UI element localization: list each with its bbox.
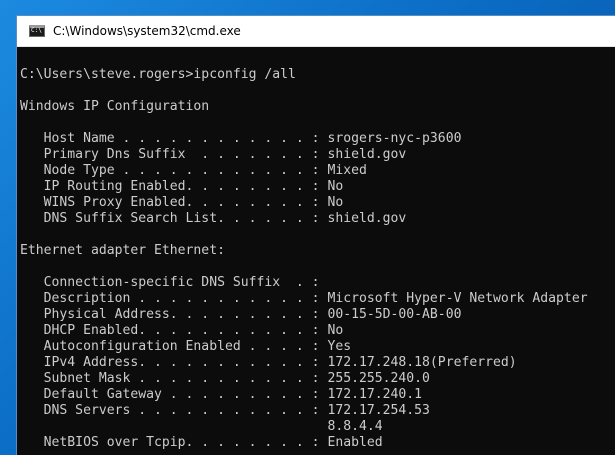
cmd-icon-glyph: C:\ — [31, 27, 42, 34]
console-line: Description . . . . . . . . . . . : Micr… — [20, 291, 588, 306]
console-line: Connection-specific DNS Suffix . : — [20, 275, 320, 290]
console-line: Windows IP Configuration — [20, 99, 210, 114]
cmd-icon[interactable]: C:\ — [29, 25, 45, 37]
console-line: C:\Users\steve.rogers>ipconfig /all — [20, 67, 296, 82]
console-line: IP Routing Enabled. . . . . . . . : No — [20, 179, 344, 194]
console-line: Ethernet adapter Ethernet: — [20, 243, 225, 258]
console-line: Default Gateway . . . . . . . . . : 172.… — [20, 387, 423, 402]
console-line: Autoconfiguration Enabled . . . . : Yes — [20, 339, 352, 354]
console-line: DHCP Enabled. . . . . . . . . . . : No — [20, 323, 344, 338]
desktop-background: C:\ C:\Windows\system32\cmd.exe C:\Users… — [0, 0, 615, 455]
window-title: C:\Windows\system32\cmd.exe — [53, 24, 241, 38]
console-line: Physical Address. . . . . . . . . : 00-1… — [20, 307, 462, 322]
console-line: Primary Dns Suffix . . . . . . . : shiel… — [20, 147, 407, 162]
console-line: NetBIOS over Tcpip. . . . . . . . : Enab… — [20, 435, 383, 450]
console-line: Subnet Mask . . . . . . . . . . . : 255.… — [20, 371, 430, 386]
console-line: Node Type . . . . . . . . . . . . : Mixe… — [20, 163, 367, 178]
console-line: WINS Proxy Enabled. . . . . . . . : No — [20, 195, 344, 210]
console-line: IPv4 Address. . . . . . . . . . . : 172.… — [20, 355, 517, 370]
console-line: 8.8.4.4 — [20, 419, 383, 434]
cmd-window[interactable]: C:\ C:\Windows\system32\cmd.exe C:\Users… — [17, 16, 615, 455]
title-bar[interactable]: C:\ C:\Windows\system32\cmd.exe — [17, 16, 615, 47]
console-output[interactable]: C:\Users\steve.rogers>ipconfig /all Windo… — [17, 47, 615, 451]
console-line: Host Name . . . . . . . . . . . . : srog… — [20, 131, 462, 146]
console-line: DNS Servers . . . . . . . . . . . : 172.… — [20, 403, 430, 418]
console-line: DNS Suffix Search List. . . . . . : shie… — [20, 211, 407, 226]
